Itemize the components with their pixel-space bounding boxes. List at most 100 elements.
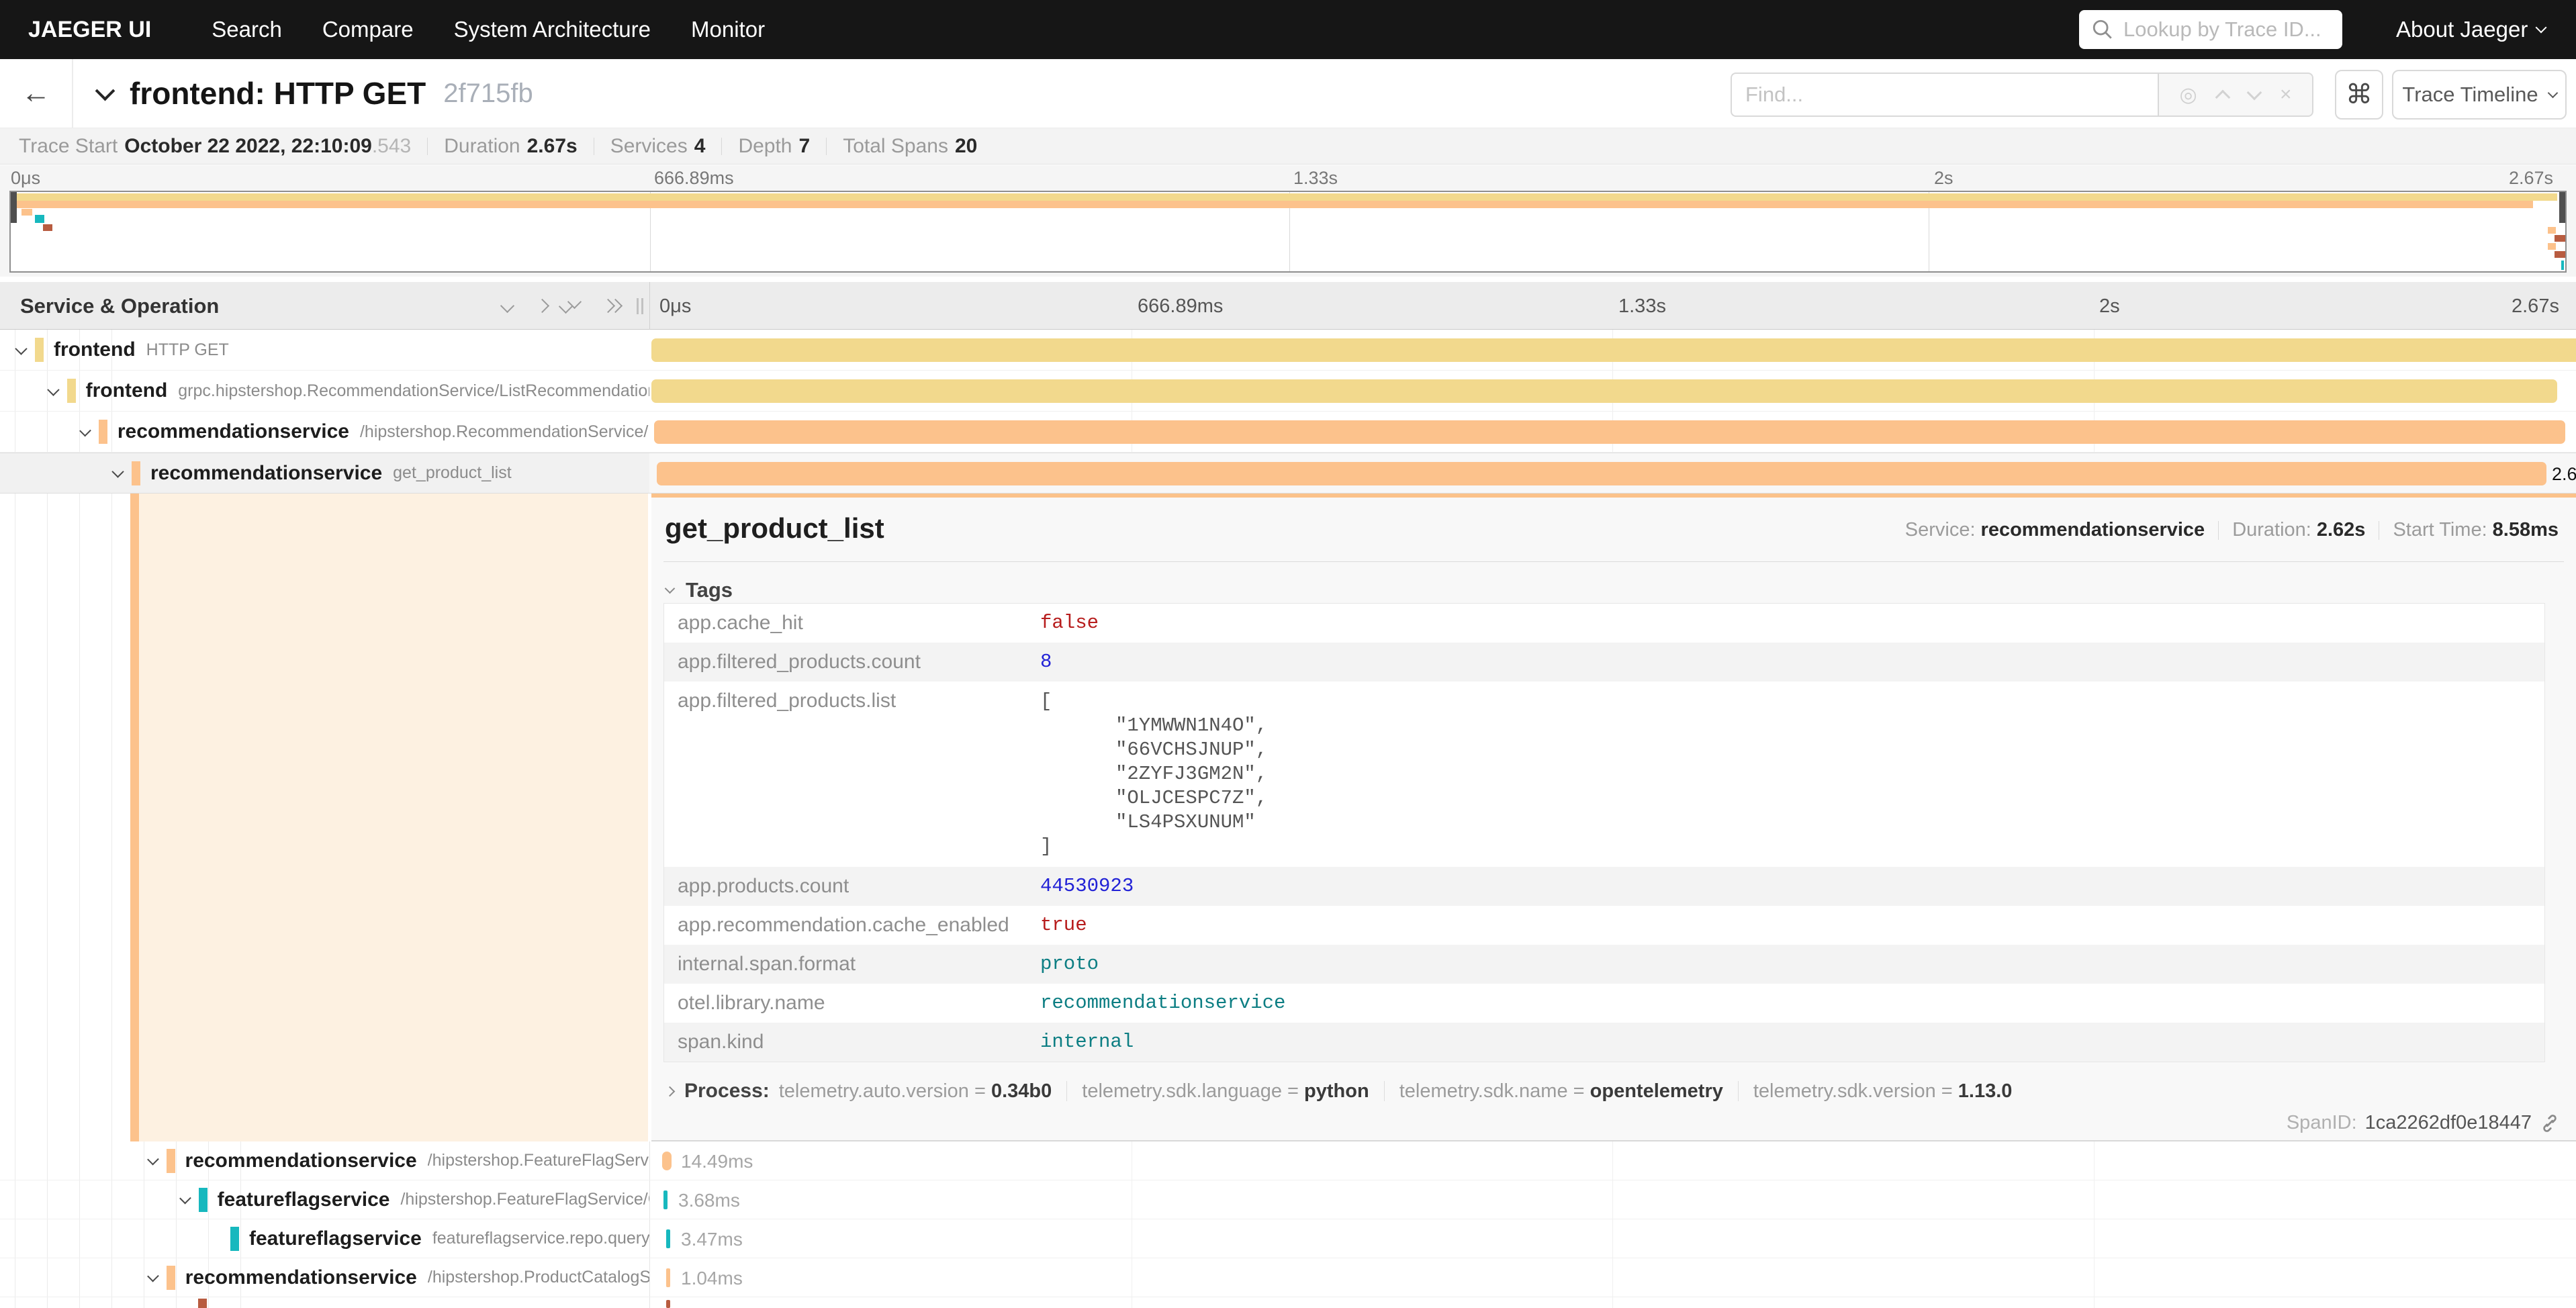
locate-icon[interactable]: ◎: [2179, 83, 2197, 107]
span-row-frontend-http-get[interactable]: frontend HTTP GET: [0, 330, 2576, 371]
span-color-bar: [67, 379, 76, 403]
column-resizer-grip[interactable]: [637, 298, 639, 314]
chevron-down-icon: [2536, 22, 2547, 34]
span-rows-top: frontend HTTP GET frontend grpc.hipsters…: [0, 330, 2576, 494]
minimap-span-mark: [13, 193, 2557, 201]
timeline-column-header: Service & Operation 0μs 666.89ms 1.33s 2…: [0, 282, 2576, 330]
nav-item-system-architecture[interactable]: System Architecture: [434, 0, 671, 59]
span-duration-bar[interactable]: [666, 1229, 670, 1248]
back-button[interactable]: ←: [0, 59, 73, 128]
span-collapse-chevron-icon[interactable]: [47, 383, 59, 395]
span-operation-name: /hipstershop.FeatureFlagService/Ge...: [400, 1190, 649, 1209]
span-service-name[interactable]: featureflagservice: [249, 1227, 422, 1250]
trace-minimap: 0μs 666.89ms 1.33s 2s 2.67s: [0, 165, 2576, 277]
span-service-name[interactable]: recommendationservice: [185, 1150, 417, 1172]
span-service-name[interactable]: featureflagservice: [218, 1188, 390, 1211]
span-row-featureflag-grpc-parent[interactable]: recommendationservice /hipstershop.Featu…: [0, 1141, 2576, 1180]
command-icon: ⌘: [2346, 79, 2373, 110]
span-service-name[interactable]: frontend: [54, 338, 136, 361]
minimap-span-mark: [13, 201, 2533, 208]
minimap-span-mark: [2555, 251, 2565, 258]
process-section-toggle[interactable]: Process: telemetry.auto.version = 0.34b0…: [666, 1080, 2012, 1103]
span-row-recommendation-grpc[interactable]: recommendationservice /hipstershop.Recom…: [0, 412, 2576, 453]
tag-row: app.products.count44530923: [664, 867, 2544, 906]
services-value: 4: [694, 135, 706, 158]
span-row-partial[interactable]: [0, 1297, 2576, 1308]
span-detail-panel: get_product_list Service:recommendations…: [651, 498, 2576, 1141]
total-spans-label: Total Spans: [843, 135, 948, 158]
tags-table: app.cache_hitfalse app.filtered_products…: [663, 603, 2545, 1062]
selected-span-tint: [139, 494, 648, 1141]
depth-label: Depth: [738, 135, 792, 158]
find-clear-icon[interactable]: ×: [2280, 83, 2292, 106]
minimap-span-mark: [2548, 227, 2556, 234]
trace-title-text: frontend: HTTP GET: [130, 75, 426, 111]
nav-item-compare[interactable]: Compare: [302, 0, 434, 59]
trace-view-selector[interactable]: Trace Timeline: [2392, 70, 2567, 120]
expand-all-double-chevron-icon[interactable]: [603, 301, 620, 314]
span-duration-bar[interactable]: [666, 1300, 670, 1308]
span-collapse-chevron-icon[interactable]: [147, 1270, 158, 1282]
span-service-name[interactable]: recommendationservice: [150, 462, 382, 485]
find-input[interactable]: [1744, 82, 2136, 107]
keyboard-shortcuts-button[interactable]: ⌘: [2335, 70, 2383, 120]
selected-span-color-rail: [130, 494, 139, 1141]
span-duration-bar[interactable]: [654, 420, 2565, 444]
span-row-featureflagservice-repo-query[interactable]: featureflagservice featureflagservice.re…: [0, 1219, 2576, 1258]
depth-value: 7: [799, 135, 811, 158]
minimap-canvas[interactable]: [9, 191, 2567, 273]
span-duration-bar[interactable]: [651, 338, 2576, 362]
find-prev-icon[interactable]: [2215, 90, 2231, 105]
services-label: Services: [610, 135, 688, 158]
tags-section-label: Tags: [686, 578, 733, 602]
span-duration-bar[interactable]: [663, 1190, 668, 1209]
tag-row: app.filtered_products.list [ "1YMWWN1N4O…: [664, 682, 2544, 867]
find-box[interactable]: [1731, 73, 2159, 117]
span-duration-bar[interactable]: [662, 1152, 672, 1170]
collapse-all-chevron-down-icon[interactable]: [500, 299, 514, 313]
span-row-frontend-grpc[interactable]: frontend grpc.hipstershop.Recommendation…: [0, 371, 2576, 412]
find-next-icon[interactable]: [2246, 85, 2262, 101]
start-time-value: 8.58ms: [2493, 519, 2559, 541]
span-duration-bar[interactable]: [651, 379, 2557, 403]
span-collapse-chevron-icon[interactable]: [179, 1193, 191, 1204]
span-color-bar: [132, 461, 140, 485]
column-resizer-grip[interactable]: [641, 298, 643, 314]
jaeger-logo[interactable]: JAEGER UI: [28, 17, 151, 43]
span-duration-bar[interactable]: [657, 462, 2546, 485]
span-service-name[interactable]: recommendationservice: [185, 1266, 417, 1289]
span-collapse-chevron-icon[interactable]: [15, 342, 27, 355]
span-color-bar: [35, 338, 44, 362]
timeline-tick: 0μs: [659, 295, 691, 318]
span-id-value: 1ca2262df0e18447: [2365, 1112, 2532, 1134]
nav-item-monitor[interactable]: Monitor: [671, 0, 785, 59]
span-row-get-product-list-selected[interactable]: recommendationservice get_product_list 2…: [0, 453, 2576, 494]
tag-row: internal.span.formatproto: [664, 945, 2544, 984]
minimap-tick: 1.33s: [1293, 168, 1338, 189]
collapse-all-double-chevron-icon[interactable]: [569, 297, 580, 310]
minimap-right-scrubber-handle[interactable]: [2559, 192, 2565, 223]
span-duration-bar[interactable]: [666, 1268, 670, 1287]
nav-item-search[interactable]: Search: [191, 0, 302, 59]
search-icon: [2091, 18, 2114, 41]
trace-id-lookup-input[interactable]: [2122, 17, 2326, 42]
expand-one-chevron-right-icon[interactable]: [535, 299, 549, 313]
span-color-bar: [167, 1149, 175, 1173]
minimap-tick: 2s: [1934, 168, 1953, 189]
total-spans-value: 20: [955, 135, 977, 158]
span-collapse-chevron-icon[interactable]: [111, 465, 124, 477]
tags-section-toggle[interactable]: Tags: [666, 578, 733, 602]
span-service-name[interactable]: frontend: [86, 379, 168, 402]
back-arrow-icon: ←: [21, 77, 51, 110]
minimap-left-scrubber-handle[interactable]: [11, 192, 17, 223]
span-collapse-chevron-icon[interactable]: [147, 1154, 158, 1165]
deep-link-icon[interactable]: [2540, 1113, 2560, 1133]
span-row-featureflagservice-grpc[interactable]: featureflagservice /hipstershop.FeatureF…: [0, 1180, 2576, 1219]
about-jaeger-menu[interactable]: About Jaeger: [2396, 0, 2545, 59]
trace-id-lookup[interactable]: [2079, 10, 2342, 49]
span-service-name[interactable]: recommendationservice: [118, 420, 349, 443]
duration-value: 2.67s: [527, 135, 578, 158]
span-collapse-chevron-icon[interactable]: [79, 424, 91, 436]
span-row-productcatalog-grpc[interactable]: recommendationservice /hipstershop.Produ…: [0, 1258, 2576, 1297]
collapse-trace-chevron-icon[interactable]: [95, 81, 116, 101]
